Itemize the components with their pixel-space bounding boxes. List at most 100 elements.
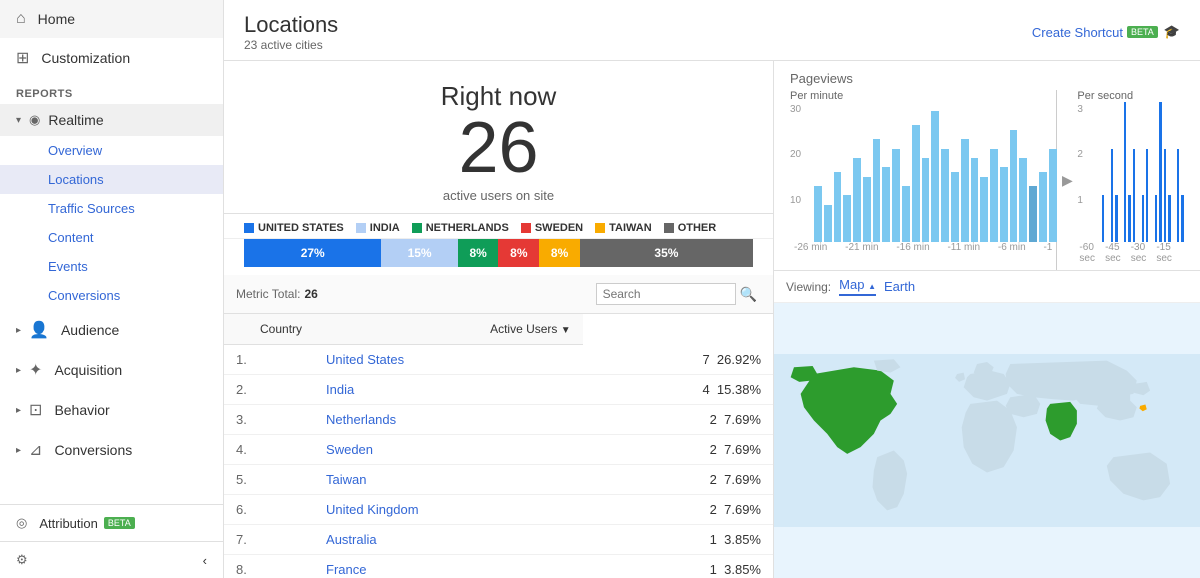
progress-segment: 35% <box>580 239 753 267</box>
audience-label: Audience <box>61 322 119 338</box>
right-now-number: 26 <box>234 112 763 184</box>
map-tab-map[interactable]: Map ▲ <box>839 277 876 296</box>
row-rank: 4. <box>224 435 314 465</box>
second-bar <box>1177 149 1179 242</box>
legend-label-other: OTHER <box>678 222 717 234</box>
audience-icon: 👤 <box>29 320 49 340</box>
second-bar <box>1128 195 1130 242</box>
sidebar-item-behavior[interactable]: ▸ ⊡ Behavior <box>0 390 223 430</box>
y-label-2: 2 <box>1077 149 1083 160</box>
legend-label-netherlands: NETHERLANDS <box>426 222 509 234</box>
sidebar-item-settings[interactable]: ⚙ <box>0 542 187 578</box>
minute-bar <box>912 125 920 242</box>
row-country[interactable]: France <box>314 555 583 578</box>
legend-label-india: INDIA <box>370 222 400 234</box>
y-label-3: 3 <box>1077 104 1083 115</box>
metric-value: 26 <box>304 287 317 301</box>
sidebar-item-conversions[interactable]: ▸ ⊿ Conversions <box>0 430 223 470</box>
map-tab-earth[interactable]: Earth <box>884 279 915 294</box>
sidebar-item-attribution[interactable]: ◎ Attribution BETA <box>0 505 223 541</box>
metric-label: Metric Total: <box>236 287 300 301</box>
progress-segment: 8% <box>458 239 499 267</box>
map-caret-icon: ▲ <box>868 282 876 291</box>
legend-label-sweden: SWEDEN <box>535 222 583 234</box>
x-label-30s: -30 sec <box>1131 242 1157 264</box>
row-rank: 8. <box>224 555 314 578</box>
create-shortcut-button[interactable]: Create Shortcut BETA 🎓 <box>1032 24 1180 40</box>
minute-bar <box>892 149 900 242</box>
behavior-arrow-icon: ▸ <box>16 405 21 416</box>
map-section <box>774 303 1200 578</box>
beta-badge: BETA <box>1127 26 1158 38</box>
content-area: Right now 26 active users on site UNITED… <box>224 61 1200 578</box>
second-bar <box>1115 195 1117 242</box>
progress-segment: 8% <box>498 239 539 267</box>
row-users: 2 7.69% <box>583 435 773 465</box>
minute-bar <box>1049 149 1057 242</box>
sidebar-item-traffic-sources[interactable]: Traffic Sources <box>0 194 223 223</box>
minute-bar <box>863 177 871 242</box>
row-country[interactable]: Taiwan <box>314 465 583 495</box>
right-now-section: Right now 26 active users on site <box>224 61 773 214</box>
pageviews-section: Pageviews Per minute 30 20 10 <box>774 61 1200 271</box>
right-now-sublabel: active users on site <box>234 188 763 203</box>
sidebar-footer: ◎ Attribution BETA ⚙ ‹ <box>0 504 223 578</box>
minute-bar <box>873 139 881 242</box>
sidebar-customization-label: Customization <box>41 50 130 66</box>
table-row: 7. Australia 1 3.85% <box>224 525 773 555</box>
acquisition-label: Acquisition <box>54 362 122 378</box>
home-icon: ⌂ <box>16 10 26 28</box>
search-input[interactable] <box>596 283 736 305</box>
row-users: 2 7.69% <box>583 405 773 435</box>
x-label-21min: -21 min <box>845 242 878 253</box>
row-rank: 6. <box>224 495 314 525</box>
chart-expand-button[interactable]: ▶ <box>1057 90 1077 270</box>
legend-item-netherlands: NETHERLANDS <box>412 222 509 234</box>
row-country[interactable]: India <box>314 375 583 405</box>
sidebar-collapse-button[interactable]: ‹ <box>187 543 223 578</box>
sidebar-item-events[interactable]: Events <box>0 252 223 281</box>
sidebar-item-acquisition[interactable]: ▸ ✦ Acquisition <box>0 350 223 390</box>
x-axis-second: -60 sec -45 sec -30 sec -15 sec <box>1077 242 1184 264</box>
y-label-10: 10 <box>790 195 801 206</box>
sidebar-item-overview[interactable]: Overview <box>0 136 223 165</box>
sidebar-item-audience[interactable]: ▸ 👤 Audience <box>0 310 223 350</box>
row-rank: 5. <box>224 465 314 495</box>
col-active-users[interactable]: Active Users ▼ <box>314 314 583 345</box>
search-button[interactable]: 🔍 <box>736 284 761 305</box>
minute-bar <box>941 149 949 242</box>
row-rank: 2. <box>224 375 314 405</box>
row-country[interactable]: Sweden <box>314 435 583 465</box>
sidebar-item-conversions-realtime[interactable]: Conversions <box>0 281 223 310</box>
row-country[interactable]: Netherlands <box>314 405 583 435</box>
y-label-20: 20 <box>790 149 801 160</box>
minute-bar <box>961 139 969 242</box>
x-label-60s: -60 sec <box>1079 242 1105 264</box>
viewing-label: Viewing: <box>786 280 831 294</box>
x-label-11min: -11 min <box>947 242 980 253</box>
sidebar-item-realtime[interactable]: ▾ ◉ Realtime <box>0 104 223 136</box>
x-label-1min: -1 <box>1043 242 1052 253</box>
row-country[interactable]: Australia <box>314 525 583 555</box>
sidebar-item-home[interactable]: ⌂ Home <box>0 0 223 38</box>
table-row: 5. Taiwan 2 7.69% <box>224 465 773 495</box>
page-header: Locations 23 active cities Create Shortc… <box>224 0 1200 61</box>
table-row: 8. France 1 3.85% <box>224 555 773 578</box>
sidebar-item-customization[interactable]: ⊞ Customization <box>0 38 223 78</box>
x-label-45s: -45 sec <box>1105 242 1131 264</box>
sidebar-item-locations[interactable]: Locations <box>0 165 223 194</box>
table-row: 1. United States 7 26.92% <box>224 345 773 375</box>
conversions-icon: ⊿ <box>29 440 42 460</box>
y-axis-second: 3 2 1 <box>1077 102 1083 242</box>
pageviews-title: Pageviews <box>790 71 1184 86</box>
row-users: 2 7.69% <box>583 495 773 525</box>
x-label-26min: -26 min <box>794 242 827 253</box>
sidebar-home-label: Home <box>38 11 75 27</box>
table-row: 4. Sweden 2 7.69% <box>224 435 773 465</box>
row-country[interactable]: United Kingdom <box>314 495 583 525</box>
world-map <box>774 303 1200 578</box>
row-country[interactable]: United States <box>314 345 583 375</box>
sidebar-item-content[interactable]: Content <box>0 223 223 252</box>
create-shortcut-label: Create Shortcut <box>1032 25 1123 40</box>
row-rank: 1. <box>224 345 314 375</box>
